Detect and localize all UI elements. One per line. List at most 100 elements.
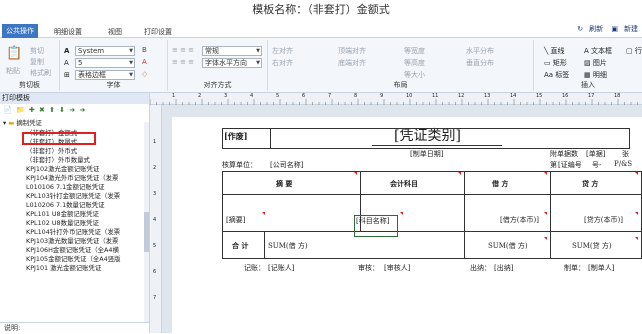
tree-item[interactable]: L010106 7.1金额记账凭证: [26, 183, 105, 191]
auditor-field[interactable]: [审核人]: [384, 263, 410, 273]
tree-item[interactable]: KPJ103激光数量记账凭证（发票: [26, 237, 118, 245]
tree-item[interactable]: KPL101 U8金额记账凭证: [26, 210, 99, 218]
tree-item[interactable]: KPJ105金额记账凭证（全A4竖版: [26, 255, 120, 263]
font-name-label: A: [64, 47, 70, 55]
tree-item[interactable]: （非套打）外币式: [26, 147, 77, 155]
field-marker: [354, 172, 357, 175]
sum-debit-field[interactable]: SUM(借 方): [488, 241, 528, 251]
tree-item[interactable]: KPJ106H金额记账凭证（全A4横: [26, 246, 119, 254]
tab-common[interactable]: 公共操作: [2, 24, 38, 38]
tree-item[interactable]: L010206 7.1数量记账凭证: [26, 201, 105, 209]
layout-group: 左对齐 右对齐 顶端对齐 底端对齐 等宽度 等高度 等大小 水平分布 垂直分布 …: [268, 40, 534, 91]
tree-item[interactable]: （非套打）外币数量式: [26, 156, 90, 164]
credit-field[interactable]: [贷方(本币)]: [584, 215, 623, 225]
col-divider-2: [464, 171, 465, 259]
header-debit[interactable]: 借 方: [492, 179, 508, 189]
h-ruler-11: 11: [432, 93, 439, 99]
debit-field[interactable]: [借方(本币)]: [500, 215, 539, 225]
align-top-button[interactable]: 顶端对齐: [338, 46, 366, 56]
total-divider: [264, 231, 265, 258]
template-toolbar[interactable]: 📄 📁 ✚ ✖ ⬆ ⬇ ➜ ➜: [0, 104, 149, 116]
refresh-link[interactable]: 刷新: [589, 25, 603, 33]
fill-color-icon[interactable]: ◇: [142, 70, 147, 78]
text-direction-select[interactable]: 字体水平方向: [202, 58, 262, 68]
tag-button[interactable]: Aa 标签: [544, 70, 569, 80]
copy-button[interactable]: 复制: [30, 57, 44, 67]
design-canvas[interactable]: [作废] [凭证类别] [制单日期] 核算单位： [公司名称] 附单据数 [单据…: [162, 105, 642, 333]
refresh-icon[interactable]: ↻: [577, 25, 583, 33]
page-field[interactable]: P/&S: [614, 160, 632, 168]
format-painter-button[interactable]: 格式刷: [30, 68, 51, 78]
border-select[interactable]: 表格边框: [75, 70, 135, 80]
account-field[interactable]: [科目名称]: [354, 215, 398, 237]
align-bottom-button[interactable]: 底端对齐: [338, 58, 366, 68]
tag-label: 标签: [555, 71, 570, 79]
paste-button[interactable]: 粘贴: [6, 66, 20, 76]
number-field[interactable]: [证编号: [558, 160, 582, 170]
ribbon: 📋 粘贴 剪切 复制 格式刷 剪切板 A System A 5 ⊞ 表格边框 B…: [0, 38, 642, 93]
tree-item[interactable]: KPJ104激光外币记账凭证（发票: [26, 174, 118, 182]
textbox-button[interactable]: A 文本框: [584, 46, 612, 56]
tree-item[interactable]: KPL103针打金额记账凭证（发票: [26, 192, 120, 200]
align-right-button[interactable]: 右对齐: [272, 58, 293, 68]
rect-button[interactable]: ▭ 矩形: [544, 58, 567, 68]
voucher-paper[interactable]: [作废] [凭证类别] [制单日期] 核算单位： [公司名称] 附单据数 [单据…: [172, 117, 642, 333]
tree-item[interactable]: KPL104针打外币记账凭证（发票: [26, 228, 120, 236]
tree-folder-label: 摘制凭证: [16, 119, 42, 127]
h-ruler-3: 3: [224, 93, 228, 99]
sum-credit-field[interactable]: SUM(贷 方): [572, 241, 612, 251]
tab-detail[interactable]: 明细设置: [50, 27, 86, 38]
align-mid-icon[interactable]: ≡ ≡ ≡: [172, 58, 194, 66]
align-normal-select[interactable]: 常规: [202, 46, 262, 56]
align-left-icon[interactable]: ≡ ≡ ≡: [172, 46, 194, 54]
total-label[interactable]: 合 计: [232, 241, 248, 251]
tree-scrollbar[interactable]: [144, 122, 149, 322]
header-account[interactable]: 会计科目: [390, 179, 418, 189]
same-height-button[interactable]: 等高度: [404, 58, 425, 68]
tab-view[interactable]: 视图: [104, 27, 126, 38]
void-field[interactable]: [作废]: [224, 131, 248, 142]
tree-scroll-thumb[interactable]: [144, 212, 149, 252]
tree-item[interactable]: KPJ102激光金额记账凭证: [26, 165, 99, 173]
new-link[interactable]: 新建: [624, 25, 638, 33]
h-ruler-14: 14: [510, 93, 517, 99]
cut-button[interactable]: 剪切: [30, 46, 44, 56]
template-pane-title: 打印模板: [0, 93, 149, 104]
same-width-button[interactable]: 等宽度: [404, 46, 425, 56]
date-field[interactable]: [制单日期]: [410, 149, 443, 159]
header-credit[interactable]: 贷 方: [582, 179, 598, 189]
field-marker: [635, 172, 638, 175]
font-color-icon[interactable]: A: [142, 58, 147, 66]
sum-debit-summary[interactable]: SUM(借 方): [268, 241, 308, 251]
same-size-button[interactable]: 等大小: [404, 70, 425, 80]
align-left-button[interactable]: 左对齐: [272, 46, 293, 56]
font-name-select[interactable]: System: [75, 46, 135, 56]
image-button[interactable]: ▨ 图片: [584, 58, 607, 68]
tab-print[interactable]: 打印设置: [140, 27, 176, 38]
bookkeeper-field[interactable]: [记账人]: [268, 263, 294, 273]
h-ruler-16: 16: [562, 93, 569, 99]
align-label: 对齐方式: [203, 81, 232, 89]
row-label: 行: [634, 47, 642, 55]
new-icon[interactable]: ▣: [611, 25, 618, 33]
detail-button[interactable]: ▦ 明细: [584, 70, 607, 80]
col-divider-3: [550, 171, 551, 259]
tree-folder[interactable]: ▾ ▬ 摘制凭证: [3, 119, 42, 127]
font-size-select[interactable]: 5: [75, 58, 135, 68]
maker-label: 制单：: [564, 264, 585, 272]
distribute-v-button[interactable]: 垂直分布: [466, 58, 494, 68]
paste-icon[interactable]: 📋: [6, 46, 22, 61]
line-button[interactable]: ╲ 直线: [544, 46, 564, 56]
row-button[interactable]: ▢ 行: [626, 46, 642, 56]
align-group: ≡ ≡ ≡ ≡ ≡ ≡ 常规 字体水平方向 对齐方式: [168, 40, 268, 91]
header-summary[interactable]: 摘 要: [276, 179, 292, 189]
distribute-h-button[interactable]: 水平分布: [466, 46, 494, 56]
unit-field[interactable]: [公司名称]: [270, 160, 303, 170]
maker-field[interactable]: [制单人]: [588, 263, 614, 273]
tree-item[interactable]: KPL102 U8数量记账凭证: [26, 219, 99, 227]
cashier-field[interactable]: [出纳]: [494, 263, 513, 273]
attach-field[interactable]: [单据]: [586, 149, 605, 159]
tree-item[interactable]: KPJ101 激光金额记账凭证: [26, 264, 101, 272]
summary-field[interactable]: [摘要]: [226, 215, 245, 225]
bold-icon[interactable]: B: [142, 46, 147, 54]
